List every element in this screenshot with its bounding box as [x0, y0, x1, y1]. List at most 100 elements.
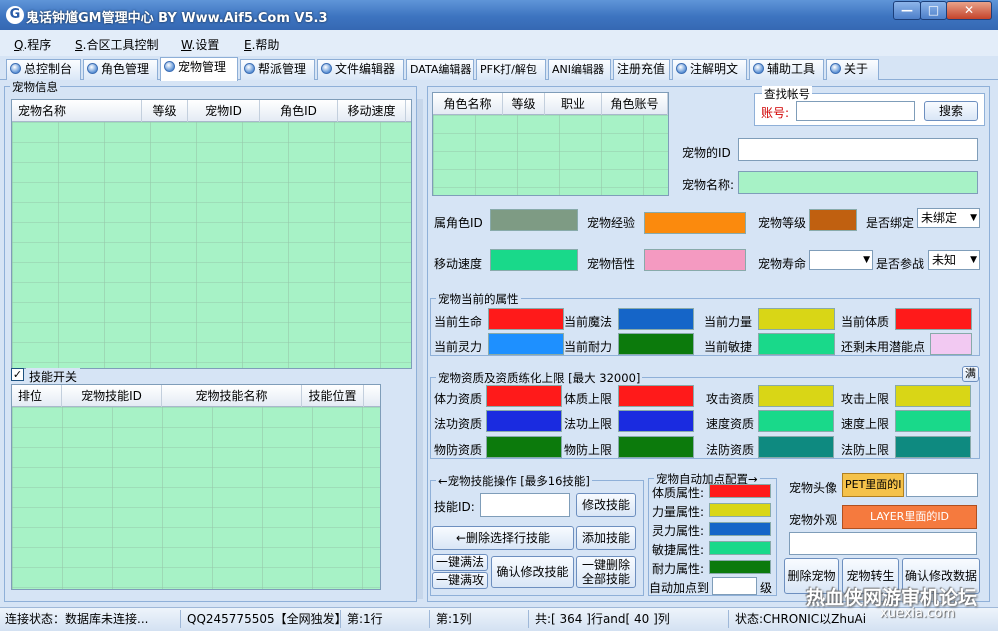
current-attr-field[interactable] — [488, 308, 564, 330]
col-pet-id[interactable]: 宠物ID — [188, 100, 260, 122]
role-grid[interactable]: 角色名称 等级 职业 角色账号 — [432, 92, 669, 196]
account-label: 账号: — [761, 106, 790, 120]
col-skill-name[interactable]: 宠物技能名称 — [162, 385, 302, 407]
splitter[interactable] — [417, 99, 423, 599]
tab-data-editor[interactable]: DATA编辑器 — [406, 59, 474, 80]
auto-point-field[interactable] — [709, 503, 771, 517]
look-input[interactable] — [789, 532, 977, 555]
wuxing-field[interactable] — [644, 249, 746, 271]
skill-id-input[interactable] — [480, 493, 570, 517]
close-button[interactable]: ✕ — [946, 1, 992, 20]
aptitude-field[interactable] — [758, 385, 834, 407]
col-skill-pos[interactable]: 技能位置 — [302, 385, 364, 407]
col-role-id[interactable]: 角色ID — [260, 100, 338, 122]
modify-skill-button[interactable]: 修改技能 — [576, 493, 636, 517]
aptitude-field[interactable] — [618, 410, 694, 432]
tab-icon — [244, 63, 255, 74]
aptitude-field[interactable] — [895, 436, 971, 458]
col-account[interactable]: 角色账号 — [602, 93, 668, 115]
auto-level-input[interactable] — [712, 577, 757, 595]
menu-program[interactable]: Q.程序 — [14, 36, 51, 53]
tab-file-editor[interactable]: 文件编辑器 — [317, 59, 404, 80]
pet-list-body — [12, 122, 411, 368]
aptitude-field[interactable] — [758, 410, 834, 432]
confirm-skill-button[interactable]: 确认修改技能 — [491, 556, 574, 588]
tab-pet[interactable]: 宠物管理 — [160, 57, 238, 81]
auto-level-unit: 级 — [760, 581, 773, 595]
wuxing-label: 宠物悟性 — [587, 257, 636, 271]
tab-console[interactable]: 总控制台 — [6, 59, 81, 80]
life-select[interactable]: ▼ — [809, 250, 873, 270]
col-skill-id[interactable]: 宠物技能ID — [62, 385, 162, 407]
current-attr-field[interactable] — [895, 308, 972, 330]
auto-point-field[interactable] — [709, 560, 771, 574]
current-attr-field[interactable] — [618, 333, 694, 355]
minimize-button[interactable]: — — [893, 1, 921, 20]
account-input[interactable] — [796, 101, 915, 121]
fill-max-button[interactable]: 满 — [962, 366, 979, 382]
owner-id-field[interactable] — [490, 209, 578, 231]
tab-tools[interactable]: 辅助工具 — [749, 59, 824, 80]
auto-point-field[interactable] — [709, 541, 771, 555]
aptitude-field[interactable] — [618, 436, 694, 458]
search-title: 查找帐号 — [762, 86, 812, 102]
delete-row-skill-button[interactable]: ←删除选择行技能 — [432, 526, 574, 550]
bound-select[interactable]: 未绑定 ▼ — [917, 208, 980, 228]
col-role-level[interactable]: 等级 — [503, 93, 545, 115]
one-key-full-magic-button[interactable]: 一键满法 — [432, 554, 488, 571]
one-key-delete-skills-button[interactable]: 一键删除全部技能 — [576, 556, 636, 588]
aptitude-field[interactable] — [618, 385, 694, 407]
tab-guild[interactable]: 帮派管理 — [240, 59, 315, 80]
avatar-input[interactable] — [906, 473, 978, 497]
status-qq: QQ245775505【全网独发】 — [184, 610, 347, 628]
current-attr-field[interactable] — [488, 333, 564, 355]
menu-merge-tools[interactable]: S.合区工具控制 — [75, 36, 158, 53]
current-attr-field[interactable] — [618, 308, 694, 330]
maximize-button[interactable]: □ — [920, 1, 947, 20]
tab-label: 注解明文 — [690, 62, 739, 76]
tab-ani-editor[interactable]: ANI编辑器 — [548, 59, 611, 80]
battle-select[interactable]: 未知 ▼ — [928, 250, 980, 270]
current-attr-field[interactable] — [758, 333, 835, 355]
add-skill-button[interactable]: 添加技能 — [576, 526, 636, 550]
pet-list-grid[interactable]: 宠物名称 等级 宠物ID 角色ID 移动速度 — [11, 99, 412, 369]
one-key-full-attack-button[interactable]: 一键满攻 — [432, 572, 488, 589]
exp-field[interactable] — [644, 212, 746, 234]
current-attr-field[interactable] — [930, 333, 972, 355]
auto-point-field[interactable] — [709, 522, 771, 536]
aptitude-field[interactable] — [895, 385, 971, 407]
skill-grid[interactable]: 排位 宠物技能ID 宠物技能名称 技能位置 — [11, 384, 381, 590]
col-role-name[interactable]: 角色名称 — [433, 93, 503, 115]
col-rank[interactable]: 排位 — [12, 385, 62, 407]
level-field[interactable] — [809, 209, 857, 231]
tab-register[interactable]: 注册充值 — [613, 59, 670, 80]
speed-field[interactable] — [490, 249, 578, 271]
tab-role[interactable]: 角色管理 — [83, 59, 158, 80]
col-profession[interactable]: 职业 — [545, 93, 602, 115]
aptitude-field[interactable] — [486, 436, 562, 458]
menu-help[interactable]: E.帮助 — [244, 36, 279, 53]
aptitude-field[interactable] — [895, 410, 971, 432]
aptitude-field[interactable] — [486, 410, 562, 432]
avatar-hint: PET里面的I — [842, 473, 904, 497]
menu-settings[interactable]: W.设置 — [181, 36, 219, 53]
search-button[interactable]: 搜索 — [924, 101, 978, 121]
pet-id-input[interactable] — [738, 138, 978, 161]
aptitude-field[interactable] — [486, 385, 562, 407]
aptitude-field[interactable] — [758, 436, 834, 458]
col-speed[interactable]: 移动速度 — [338, 100, 406, 122]
auto-point-field[interactable] — [709, 484, 771, 498]
pet-name-input[interactable] — [738, 171, 978, 194]
skill-id-label: 技能ID: — [434, 500, 475, 514]
role-grid-body — [433, 115, 668, 195]
aptitude-label: 攻击资质 — [706, 392, 755, 406]
col-pet-name[interactable]: 宠物名称 — [12, 100, 142, 122]
current-attr-label: 当前灵力 — [434, 340, 483, 354]
tab-annotation[interactable]: 注解明文 — [672, 59, 747, 80]
tab-pfk[interactable]: PFK打/解包 — [476, 59, 546, 80]
current-attr-field[interactable] — [758, 308, 835, 330]
tab-about[interactable]: 关于 — [826, 59, 879, 80]
skill-checkbox[interactable]: ✓ — [11, 368, 24, 381]
col-level[interactable]: 等级 — [142, 100, 188, 122]
level-label: 宠物等级 — [758, 216, 807, 230]
